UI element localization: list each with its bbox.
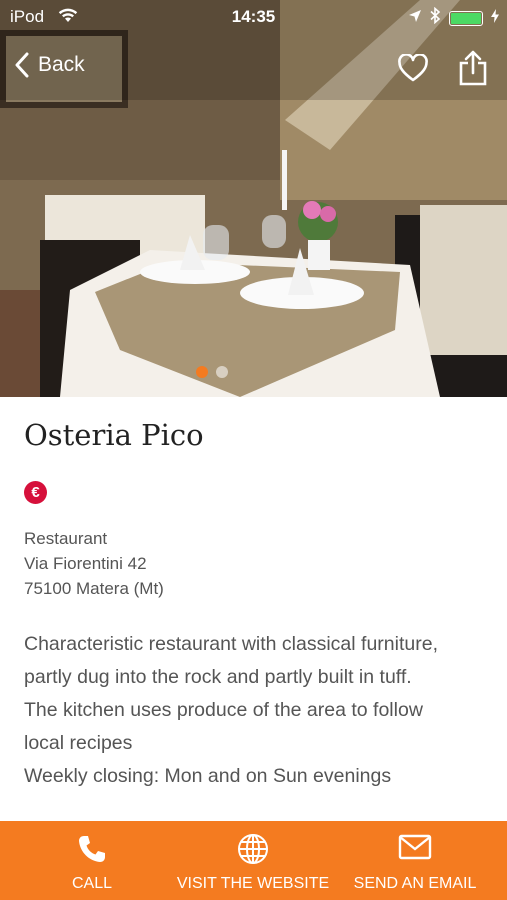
- charging-bolt-icon: [491, 8, 499, 28]
- call-button[interactable]: CALL: [40, 821, 144, 900]
- action-bar: CALL VISIT THE WEBSITE SEND AN EMAIL: [0, 821, 507, 900]
- send-email-button[interactable]: SEND AN EMAIL: [350, 821, 480, 900]
- status-bar: iPod 14:35: [0, 0, 507, 34]
- description-line: local recipes: [24, 732, 133, 754]
- page-dot[interactable]: [196, 366, 208, 378]
- place-category: Restaurant: [24, 529, 108, 548]
- restaurant-photo-gallery[interactable]: iPod 14:35 Back: [0, 0, 507, 397]
- place-address: Restaurant Via Fiorentini 42 75100 Mater…: [24, 526, 484, 601]
- description-line: The kitchen uses produce of the area to …: [24, 699, 423, 721]
- share-icon: [459, 50, 487, 86]
- place-city: 75100 Matera (Mt): [24, 579, 164, 598]
- location-arrow-icon: [408, 8, 422, 28]
- back-label: Back: [38, 53, 85, 76]
- description-line: Characteristic restaurant with classical…: [24, 633, 438, 655]
- place-street: Via Fiorentini 42: [24, 554, 147, 573]
- battery-icon: [449, 10, 483, 26]
- description-line: partly dug into the rock and partly buil…: [24, 666, 412, 688]
- envelope-icon: [398, 833, 432, 866]
- visit-website-label: VISIT THE WEBSITE: [176, 875, 330, 892]
- place-description: Characteristic restaurant with classical…: [24, 628, 484, 793]
- send-email-label: SEND AN EMAIL: [353, 875, 477, 892]
- price-level-badge: €: [24, 481, 47, 504]
- bluetooth-icon: [430, 6, 441, 29]
- gallery-page-indicator[interactable]: [196, 366, 228, 378]
- phone-icon: [76, 833, 108, 870]
- chevron-left-icon: [15, 52, 29, 78]
- call-label: CALL: [71, 875, 113, 892]
- place-title: Osteria Pico: [24, 418, 204, 452]
- globe-icon: [237, 833, 269, 870]
- favorite-button[interactable]: [398, 53, 428, 87]
- visit-website-button[interactable]: VISIT THE WEBSITE: [170, 821, 336, 900]
- heart-outline-icon: [398, 53, 428, 82]
- place-details: Osteria Pico € Restaurant Via Fiorentini…: [24, 397, 484, 793]
- description-line: Weekly closing: Mon and on Sun evenings: [24, 765, 392, 787]
- share-button[interactable]: [458, 50, 488, 91]
- back-button[interactable]: Back: [14, 52, 85, 78]
- page-dot[interactable]: [216, 366, 228, 378]
- navigation-bar: Back: [0, 40, 507, 96]
